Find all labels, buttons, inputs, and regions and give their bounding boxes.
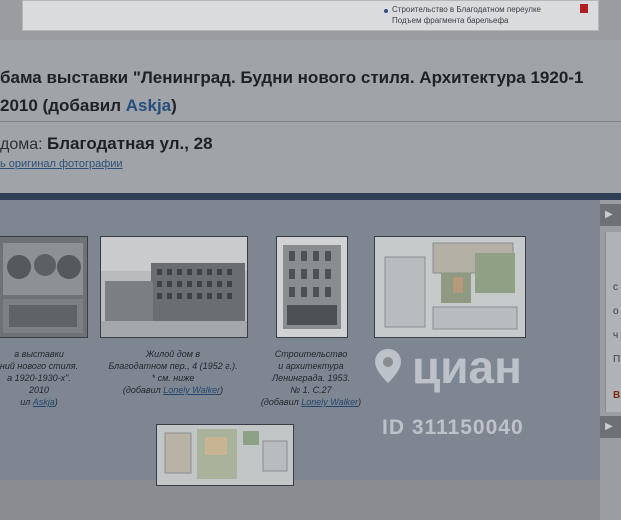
thumbnail-residential-house[interactable] — [100, 236, 248, 338]
adder-prefix: (добавил — [260, 397, 302, 407]
caption-line: Благодатном пер., 4 (1952 г.). — [108, 361, 238, 371]
sidebar-letter: о — [613, 306, 619, 317]
thumbnail-district-map[interactable] — [156, 424, 294, 486]
address-label: дома: — [0, 136, 48, 153]
legend-red-square — [580, 4, 588, 13]
thumbnail-exhibition[interactable] — [0, 236, 88, 338]
address-row: дома: Благодатная ул., 28 — [0, 134, 213, 154]
address-value: Благодатная ул., 28 — [47, 134, 213, 153]
adder-link[interactable]: Askja — [33, 397, 55, 407]
sidebar-letter: П — [613, 354, 621, 365]
author-link[interactable]: Askja — [126, 96, 171, 115]
adder-suffix: ) — [220, 385, 224, 395]
original-photo-link[interactable]: ь оригинал фотографии — [0, 158, 123, 170]
sidebar-expand-button-2[interactable]: ▶ — [600, 416, 621, 438]
location-pin-icon — [375, 349, 401, 383]
photo-title-line-2: 2010 (добавил Askja) — [0, 96, 177, 116]
caption-architecture-journal: Строительство и архитектура Ленинграда. … — [254, 348, 368, 408]
gallery-header-band — [0, 193, 621, 200]
legend-blue-dot — [384, 9, 388, 13]
sidebar-letter: ч — [613, 330, 619, 341]
divider — [0, 121, 621, 122]
legend-line-1: Строительство в Благодатном переулке — [392, 5, 541, 14]
adder-suffix: ) — [54, 397, 58, 407]
legend-line-2: Подъем фрагмента барельефа — [392, 16, 509, 25]
adder-prefix: (добавил — [122, 385, 164, 395]
caption-adder: ил Askja) — [0, 396, 84, 408]
caption-line: Строительство — [274, 349, 348, 359]
adder-link[interactable]: Lonely Walker — [301, 397, 358, 407]
sidebar-expand-button[interactable]: ▶ — [600, 204, 621, 226]
caption-line: ний нового стиля. — [0, 361, 79, 371]
caption-line: Ленинграда. 1953. — [271, 373, 351, 383]
title-suffix: ) — [171, 96, 177, 115]
play-arrow-icon: ▶ — [605, 209, 613, 220]
caption-line: № 1. С.27 — [290, 385, 332, 395]
caption-line: а выставки — [14, 349, 64, 359]
title-year: 2010 (добавил — [0, 96, 126, 115]
caption-adder: (добавил Lonely Walker) — [254, 396, 368, 408]
caption-line: 2010 — [28, 385, 50, 395]
thumbnail-architecture-journal[interactable] — [276, 236, 348, 338]
watermark-id: ID 311150040 — [382, 416, 524, 439]
sidebar-letter: с — [613, 282, 618, 293]
caption-line: Жилой дом в — [145, 349, 201, 359]
caption-line: * см. ниже — [151, 373, 195, 383]
caption-exhibition: а выставки ний нового стиля. а 1920-1930… — [0, 348, 84, 408]
caption-adder: (добавил Lonely Walker) — [94, 384, 252, 396]
photo-title-line-1: бама выставки "Ленинград. Будни нового с… — [0, 68, 584, 87]
adder-prefix: ил — [20, 397, 33, 407]
sidebar-panel — [605, 232, 621, 412]
thumbnail-site-plan[interactable] — [374, 236, 526, 338]
watermark-brand: циан — [412, 341, 522, 393]
top-image-strip: Строительство в Благодатном переулке Под… — [0, 0, 621, 40]
caption-line: и архитектура — [278, 361, 344, 371]
play-arrow-icon: ▶ — [605, 421, 613, 432]
adder-link[interactable]: Lonely Walker — [163, 385, 220, 395]
sidebar-letter: В — [613, 390, 621, 401]
caption-line: а 1920-1930-х". — [7, 373, 71, 383]
caption-residential-house: Жилой дом в Благодатном пер., 4 (1952 г.… — [94, 348, 252, 396]
adder-suffix: ) — [358, 397, 362, 407]
map-legend: Строительство в Благодатном переулке Под… — [392, 4, 541, 26]
